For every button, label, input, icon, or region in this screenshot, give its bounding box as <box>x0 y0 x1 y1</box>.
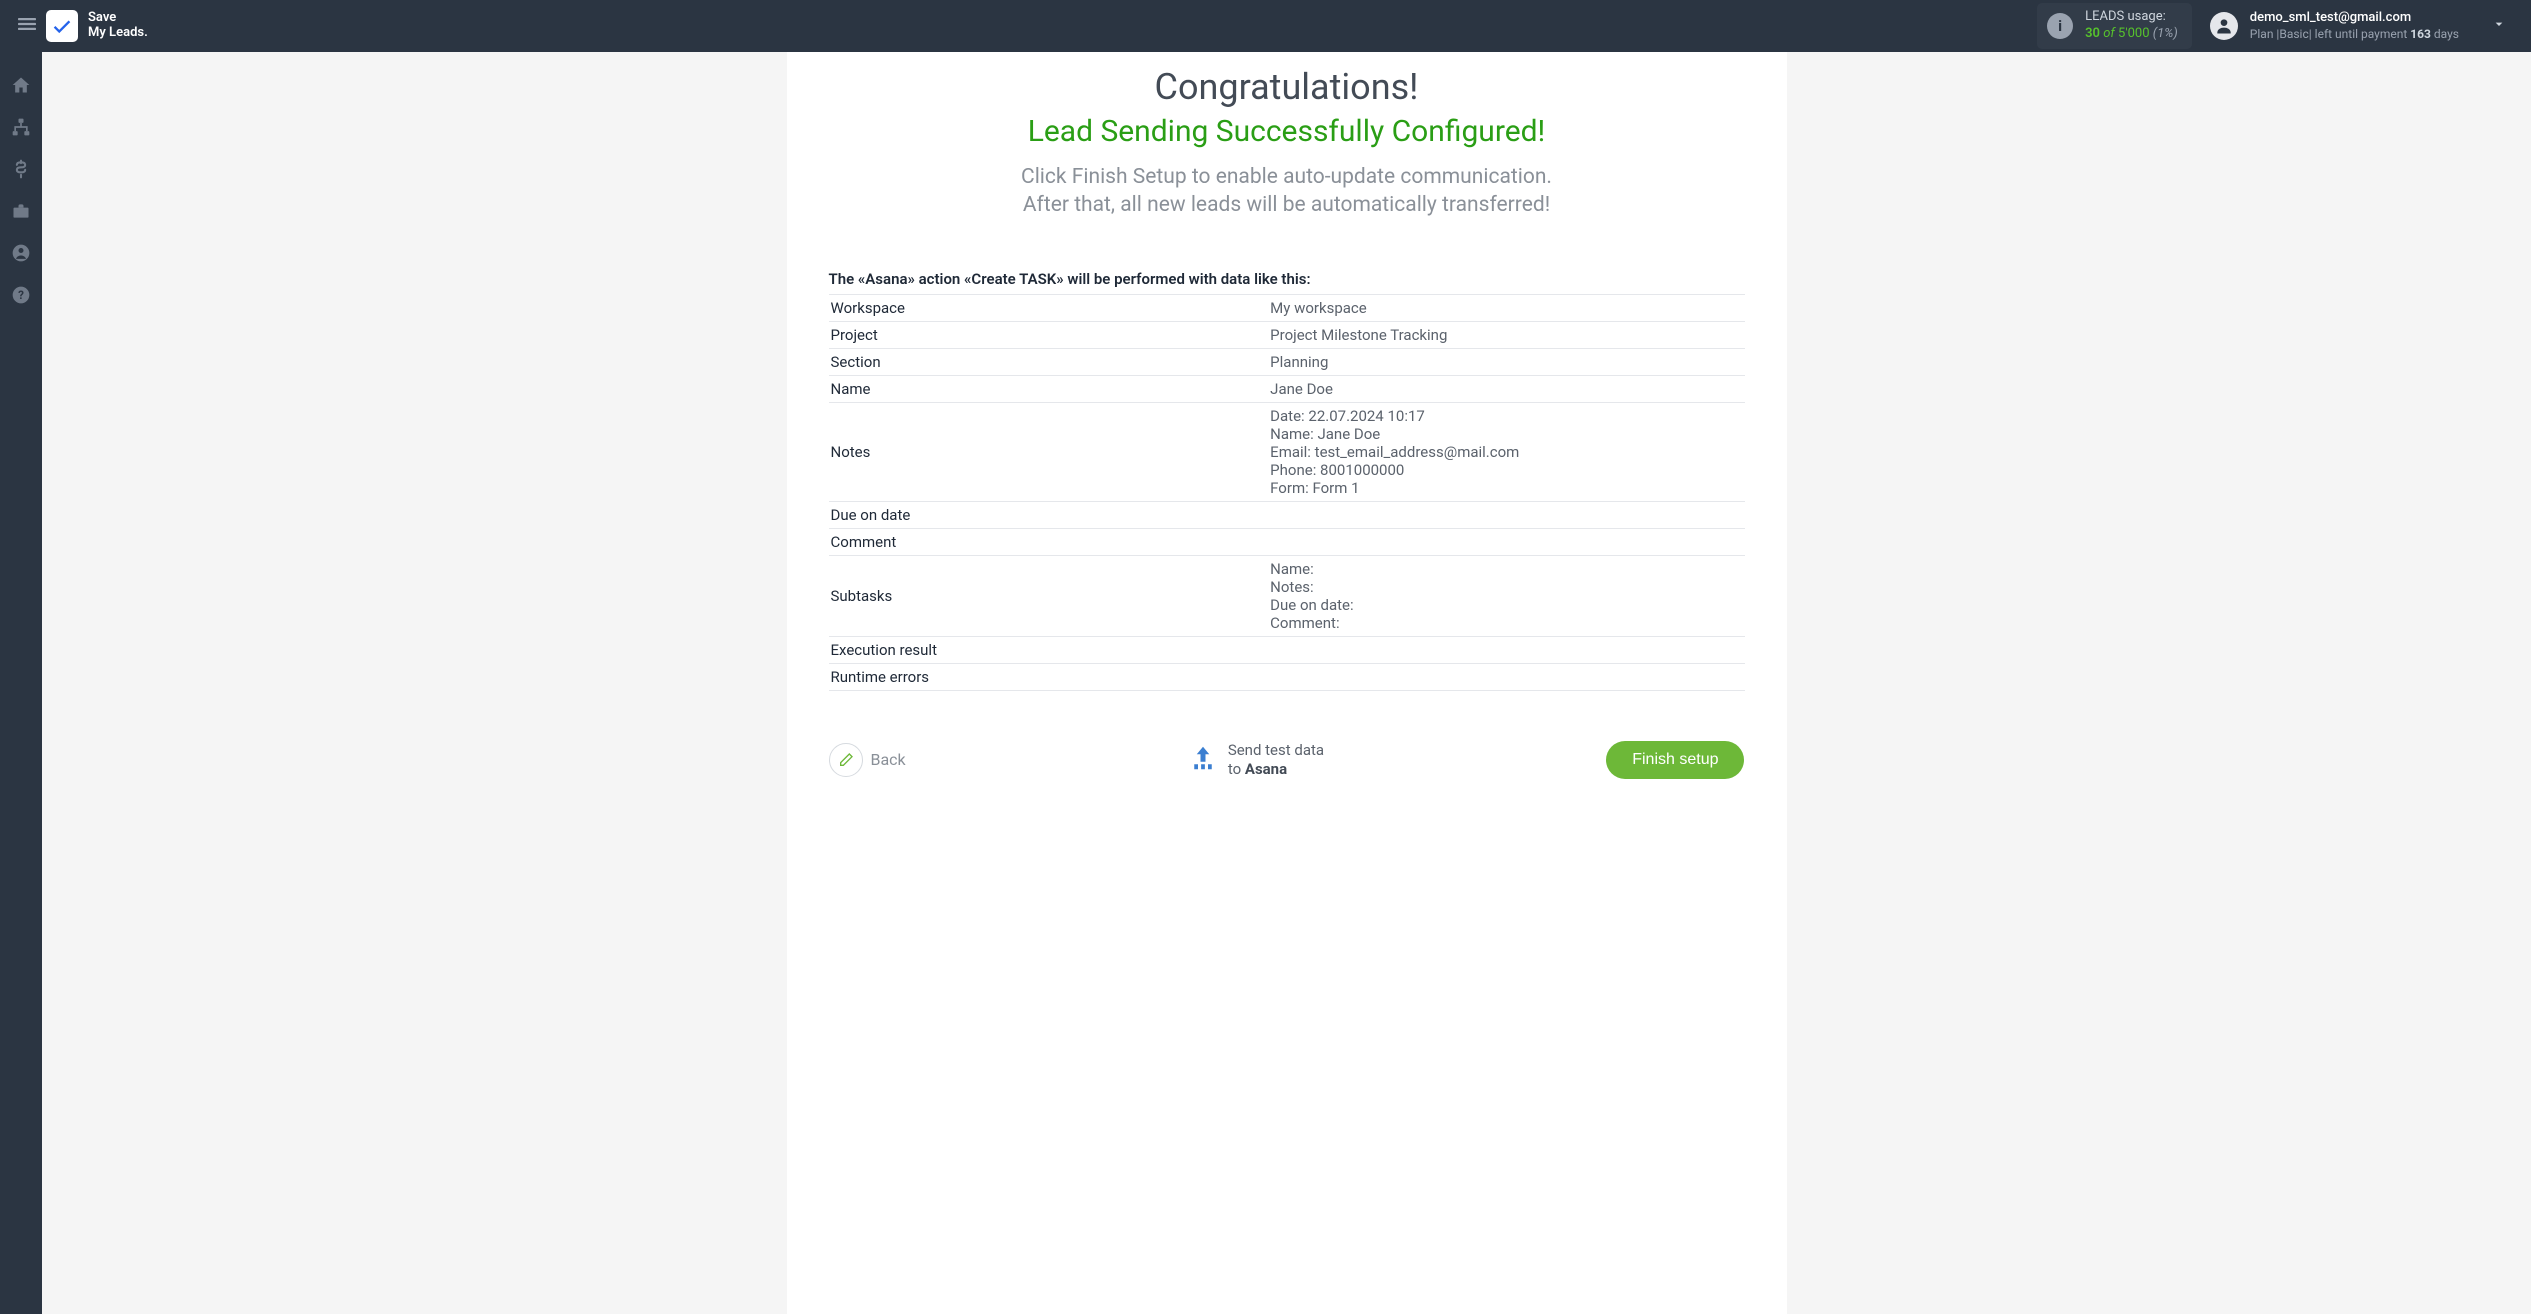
table-row: SectionPlanning <box>829 348 1745 375</box>
instruction-text: Click Finish Setup to enable auto-update… <box>829 163 1745 220</box>
row-label: Due on date <box>829 501 1269 528</box>
success-heading: Lead Sending Successfully Configured! <box>829 114 1745 149</box>
logo-text: Save My Leads. <box>88 11 148 41</box>
data-preview-table: WorkspaceMy workspaceProjectProject Mile… <box>829 294 1745 691</box>
pencil-icon <box>829 743 863 777</box>
table-row: Execution result <box>829 636 1745 663</box>
logo-icon <box>46 10 78 42</box>
row-value: Planning <box>1268 348 1744 375</box>
send-test-button[interactable]: Send test data to Asana <box>1188 741 1324 779</box>
finish-setup-button[interactable]: Finish setup <box>1606 741 1744 779</box>
row-value: Date: 22.07.2024 10:17 Name: Jane Doe Em… <box>1268 402 1744 501</box>
user-info: demo_sml_test@gmail.com Plan |Basic| lef… <box>2250 10 2459 42</box>
row-label: Runtime errors <box>829 663 1269 690</box>
row-value <box>1268 501 1744 528</box>
menu-toggle[interactable] <box>10 6 44 46</box>
row-value: Jane Doe <box>1268 375 1744 402</box>
row-label: Subtasks <box>829 555 1269 636</box>
row-value <box>1268 663 1744 690</box>
content: Congratulations! Lead Sending Successful… <box>42 52 2531 1314</box>
sidebar-billing[interactable] <box>0 158 42 180</box>
sidebar: ? <box>0 52 42 1314</box>
sidebar-account[interactable] <box>0 242 42 264</box>
topbar: Save My Leads. i LEADS usage: 30 of 5'00… <box>0 0 2531 52</box>
table-row: WorkspaceMy workspace <box>829 294 1745 321</box>
sidebar-help[interactable]: ? <box>0 284 42 306</box>
congrats-heading: Congratulations! <box>829 66 1745 108</box>
row-label: Notes <box>829 402 1269 501</box>
table-row: Runtime errors <box>829 663 1745 690</box>
leads-usage-text: LEADS usage: 30 of 5'000 (1%) <box>2085 9 2178 43</box>
row-label: Comment <box>829 528 1269 555</box>
upload-icon <box>1188 743 1218 777</box>
row-label: Section <box>829 348 1269 375</box>
table-row: Comment <box>829 528 1745 555</box>
back-button[interactable]: Back <box>829 743 906 777</box>
sidebar-briefcase[interactable] <box>0 200 42 222</box>
sidebar-home[interactable] <box>0 74 42 96</box>
logo[interactable]: Save My Leads. <box>46 10 148 42</box>
sidebar-connections[interactable] <box>0 116 42 138</box>
row-value <box>1268 528 1744 555</box>
row-label: Name <box>829 375 1269 402</box>
table-row: NameJane Doe <box>829 375 1745 402</box>
table-row: NotesDate: 22.07.2024 10:17 Name: Jane D… <box>829 402 1745 501</box>
row-label: Execution result <box>829 636 1269 663</box>
info-icon: i <box>2047 13 2073 39</box>
table-row: ProjectProject Milestone Tracking <box>829 321 1745 348</box>
table-row: Due on date <box>829 501 1745 528</box>
back-label: Back <box>871 750 906 769</box>
row-label: Project <box>829 321 1269 348</box>
user-menu[interactable]: demo_sml_test@gmail.com Plan |Basic| lef… <box>2210 10 2459 42</box>
action-description: The «Asana» action «Create TASK» will be… <box>829 270 1745 288</box>
action-row: Back Send test data to Asana Finish setu… <box>829 741 1745 779</box>
content-card: Congratulations! Lead Sending Successful… <box>787 52 1787 1314</box>
row-label: Workspace <box>829 294 1269 321</box>
table-row: SubtasksName: Notes: Due on date: Commen… <box>829 555 1745 636</box>
svg-text:?: ? <box>18 288 24 302</box>
send-test-label: Send test data to Asana <box>1228 741 1324 779</box>
row-value: Project Milestone Tracking <box>1268 321 1744 348</box>
row-value: Name: Notes: Due on date: Comment: <box>1268 555 1744 636</box>
row-value: My workspace <box>1268 294 1744 321</box>
row-value <box>1268 636 1744 663</box>
avatar-icon <box>2210 12 2238 40</box>
chevron-down-icon[interactable] <box>2477 16 2521 36</box>
leads-usage-box[interactable]: i LEADS usage: 30 of 5'000 (1%) <box>2037 3 2192 49</box>
